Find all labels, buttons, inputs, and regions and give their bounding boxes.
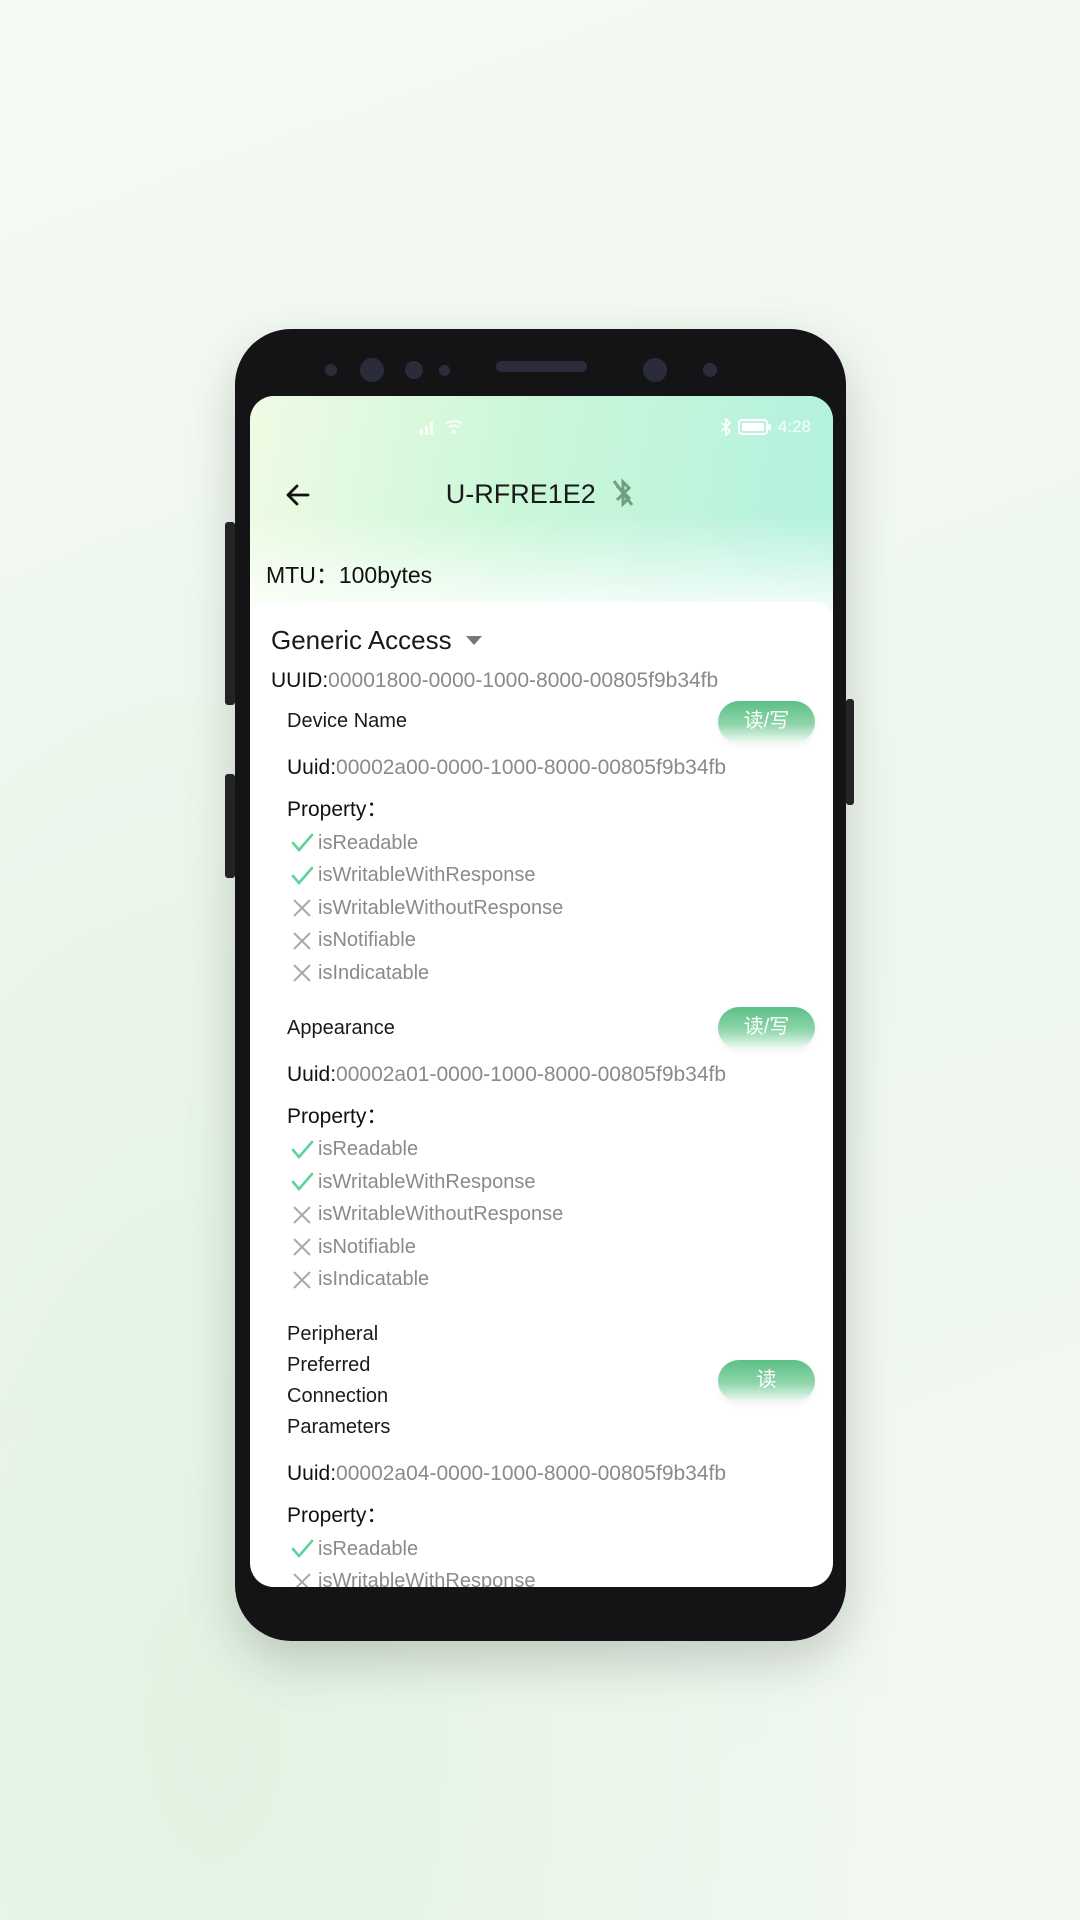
sensor-dot [325,364,337,376]
status-right: 4:28 [720,414,811,440]
service-header[interactable]: Generic Access [271,622,482,658]
characteristic-uuid: Uuid:00002a01-0000-1000-8000-00805f9b34f… [287,1058,815,1092]
power-button [846,699,854,805]
check-icon [289,1169,315,1195]
bluetooth-icon [721,418,732,436]
read-write-button[interactable]: 读 [718,1360,815,1402]
property-item: isIndicatable [287,957,815,990]
check-icon [289,1137,315,1163]
caret-down-icon[interactable] [465,635,482,645]
close-icon [289,1234,315,1260]
wifi-icon [445,420,463,434]
property-item: isReadable [287,827,815,860]
property-name: isWritableWithResponse [318,864,536,887]
property-label: Property： [287,1104,388,1128]
close-icon [289,1569,315,1587]
characteristic-uuid: Uuid:00002a04-0000-1000-8000-00805f9b34f… [287,1457,815,1491]
mtu-info: MTU：100bytes [266,558,432,592]
status-left [416,414,464,440]
property-name: isReadable [318,1537,419,1560]
mtu-value: 100bytes [338,562,433,588]
property-name: isWritableWithoutResponse [318,1203,564,1226]
sensor-dot [405,361,423,379]
service-card: Generic Access UUID:00001800-0000-1000-8… [253,602,829,1587]
earpiece-speaker [496,361,587,372]
read-write-button[interactable]: 读/写 [718,1007,815,1049]
service-name: Generic Access [271,625,452,655]
characteristic-uuid-value: 00002a04-0000-1000-8000-00805f9b34fb [336,1462,727,1485]
page-title-row: U-RFRE1E2 [250,474,833,514]
battery-icon [737,419,771,435]
check-icon [289,863,315,889]
close-icon [289,895,315,921]
property-name: isIndicatable [318,1268,430,1291]
characteristic-name: Appearance [287,1016,395,1039]
property-item: isWritableWithoutResponse [287,892,815,925]
close-icon [289,928,315,954]
close-icon [289,1267,315,1293]
signal-icon [420,422,433,435]
bluetooth-disabled-icon [613,478,634,508]
front-camera [360,358,384,382]
characteristic-uuid: Uuid:00002a00-0000-1000-8000-00805f9b34f… [287,751,815,785]
property-name: isWritableWithoutResponse [318,896,564,919]
status-time: 4:28 [777,417,811,436]
read-write-button[interactable]: 读/写 [718,700,815,743]
characteristic-name: Device Name [287,710,408,732]
property-name: isNotifiable [318,929,416,952]
property-name: isIndicatable [318,961,430,984]
property-name: isWritableWithResponse [318,1170,536,1193]
property-item: isNotifiable [287,1231,815,1264]
check-icon [289,830,315,856]
characteristic-uuid-value: 00002a01-0000-1000-8000-00805f9b34fb [336,1062,727,1086]
characteristic-item: Appearance 读/写 Uuid:00002a01-0000-1000-800… [287,1007,815,1297]
service-uuid: UUID:00001800-0000-1000-8000-00805f9b34f… [271,666,718,696]
characteristic-list: Device Name 读/写 Uuid:00002a00-0000-1000-80… [287,700,815,1587]
characteristic-item: Peripheral Preferred Connection Paramete… [287,1319,815,1587]
property-item: isWritableWithResponse [287,860,815,893]
volume-up-button [225,522,235,705]
sensor-dot [703,363,717,377]
mtu-label: MTU： [266,562,339,588]
property-item: isWritableWithResponse [287,1166,815,1199]
property-name: isReadable [318,831,419,854]
device-name-title: U-RFRE1E2 [445,479,596,509]
property-item: isWritableWithResponse [287,1566,815,1587]
property-item: isWritableWithoutResponse [287,1199,815,1232]
characteristic-uuid-label: Uuid: [287,756,337,779]
volume-down-button [225,774,235,878]
characteristic-uuid-label: Uuid: [287,1062,337,1086]
check-icon [289,1536,315,1562]
property-name: isWritableWithResponse [318,1570,536,1587]
close-icon [289,1202,315,1228]
phone-screen: 4:28 U-RFRE1E2 MTU：100bytes Generic Acce… [250,396,833,1587]
characteristic-uuid-label: Uuid: [287,1462,337,1485]
characteristic-uuid-value: 00002a00-0000-1000-8000-00805f9b34fb [336,756,727,779]
property-name: isReadable [318,1138,419,1161]
front-camera [643,358,667,382]
close-icon [289,960,315,986]
characteristic-item: Device Name 读/写 Uuid:00002a00-0000-1000-80… [287,700,815,990]
property-item: isIndicatable [287,1264,815,1297]
property-item: isNotifiable [287,925,815,958]
property-label: Property： [287,1504,388,1527]
characteristic-header: Device Name 读/写 [287,700,815,743]
property-item: isReadable [287,1134,815,1167]
service-uuid-value: 00001800-0000-1000-8000-00805f9b34fb [328,669,719,692]
characteristic-header: Appearance 读/写 [287,1007,815,1049]
characteristic-header: Peripheral Preferred Connection Paramete… [287,1319,815,1443]
service-uuid-label: UUID: [271,669,329,692]
property-label: Property： [287,798,388,821]
property-item: isReadable [287,1533,815,1566]
characteristic-name: Peripheral Preferred Connection Paramete… [287,1323,391,1438]
property-name: isNotifiable [318,1235,416,1258]
sensor-dot [439,365,450,376]
